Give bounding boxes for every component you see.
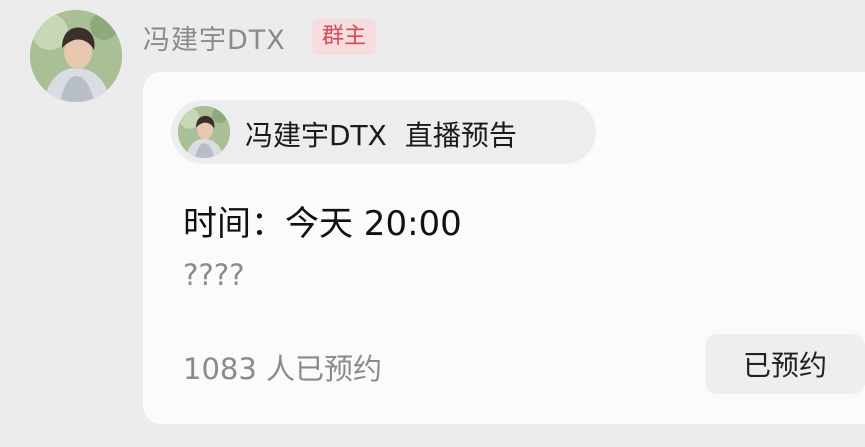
avatar-photo-icon (178, 106, 230, 158)
avatar-photo-icon (30, 10, 122, 102)
group-owner-badge: 群主 (312, 19, 377, 55)
live-title: 冯建宇DTX 直播预告 (245, 114, 517, 154)
sender-name: 冯建宇DTX (143, 25, 286, 56)
sender-avatar[interactable] (30, 10, 122, 102)
live-preview-card[interactable]: 冯建宇DTX 直播预告 时间：今天 20:00 ???? 1083 人已预约 已预… (143, 72, 865, 424)
reserved-button[interactable]: 已预约 (705, 334, 865, 394)
reservation-count: 1083 人已预约 (183, 352, 383, 386)
host-name: 冯建宇DTX (245, 119, 387, 152)
live-host-header[interactable]: 冯建宇DTX 直播预告 (171, 100, 596, 164)
chat-screen: 冯建宇DTX 群主 冯建宇DTX 直播预告 时间：今天 20:00 ???? 10… (0, 0, 865, 447)
event-description: ???? (183, 258, 245, 292)
live-preview-label: 直播预告 (404, 119, 517, 152)
host-avatar (178, 106, 230, 158)
event-time: 时间：今天 20:00 (183, 204, 462, 244)
